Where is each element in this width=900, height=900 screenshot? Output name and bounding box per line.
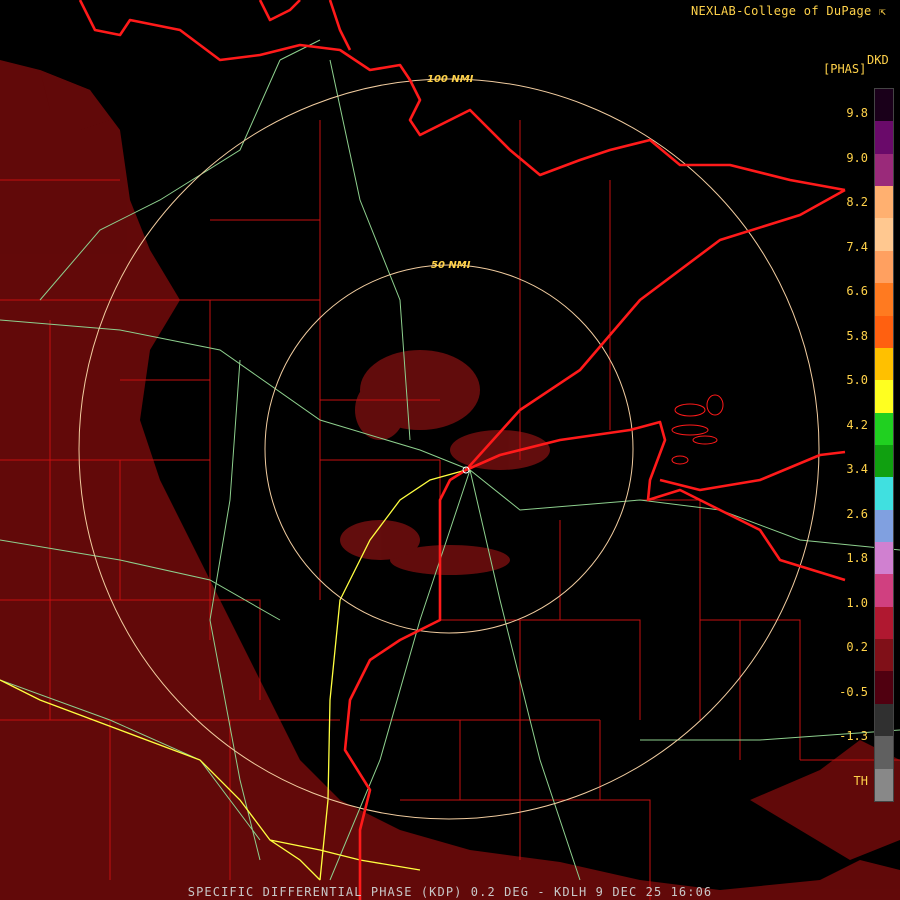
credit-text: NEXLAB-College of DuPage — [690, 4, 872, 18]
ring-label-100: 100 NMI — [427, 74, 474, 85]
scale-tick-label: 1.0 — [846, 595, 868, 610]
scale-swatch — [875, 89, 893, 122]
scale-tick-label: 4.2 — [846, 417, 868, 432]
scale-swatch — [875, 477, 893, 510]
scale-swatch — [875, 250, 893, 284]
scale-swatch — [875, 509, 893, 543]
scale-swatch — [875, 153, 893, 187]
scale-swatch — [875, 444, 893, 478]
color-scale — [874, 88, 894, 802]
external-link-icon[interactable]: ⇱ — [879, 5, 886, 18]
scale-swatch — [875, 703, 893, 737]
scale-tick-label: TH — [853, 773, 868, 788]
scale-swatch — [875, 606, 893, 640]
scale-swatch — [875, 671, 893, 704]
scale-swatch — [875, 736, 893, 769]
legend-unit: [PHAS] — [823, 62, 867, 76]
radar-map: 50 NMI 100 NMI — [0, 0, 900, 900]
scale-swatch — [875, 542, 893, 575]
scale-tick-label: -1.3 — [839, 729, 868, 743]
scale-tick-label: 6.6 — [846, 284, 868, 298]
scale-swatch — [875, 380, 893, 413]
scale-tick-label: 5.0 — [846, 373, 868, 387]
scale-swatch — [875, 412, 893, 445]
scale-tick-label: 0.2 — [846, 640, 868, 654]
scale-swatch — [875, 283, 893, 316]
ring-label-50: 50 NMI — [431, 260, 471, 271]
product-code: DKD — [867, 53, 889, 67]
scale-swatch — [875, 639, 893, 672]
scale-swatch — [875, 347, 893, 381]
scale-swatch — [875, 121, 893, 154]
scale-tick-label: -0.5 — [839, 684, 868, 699]
scale-swatch — [875, 186, 893, 219]
site-credit: NEXLAB-College of DuPage ⇱ — [691, 4, 886, 18]
scale-tick-label: 8.2 — [846, 195, 868, 209]
scale-tick-label: 3.4 — [846, 462, 868, 476]
scale-tick-label: 9.0 — [846, 150, 868, 165]
scale-swatch — [875, 768, 893, 801]
scale-tick-label: 5.8 — [846, 328, 868, 343]
island-outlines — [671, 394, 724, 465]
scale-swatch — [875, 315, 893, 348]
scale-swatch — [875, 574, 893, 607]
scale-tick-label: 9.8 — [846, 106, 868, 120]
product-caption: SPECIFIC DIFFERENTIAL PHASE (KDP) 0.2 DE… — [187, 885, 713, 899]
scale-tick-label: 2.6 — [846, 506, 868, 521]
scale-swatch — [875, 218, 893, 251]
scattered-echo — [340, 350, 550, 575]
scale-tick-label: 7.4 — [846, 239, 868, 254]
scale-tick-label: 1.8 — [846, 551, 868, 565]
